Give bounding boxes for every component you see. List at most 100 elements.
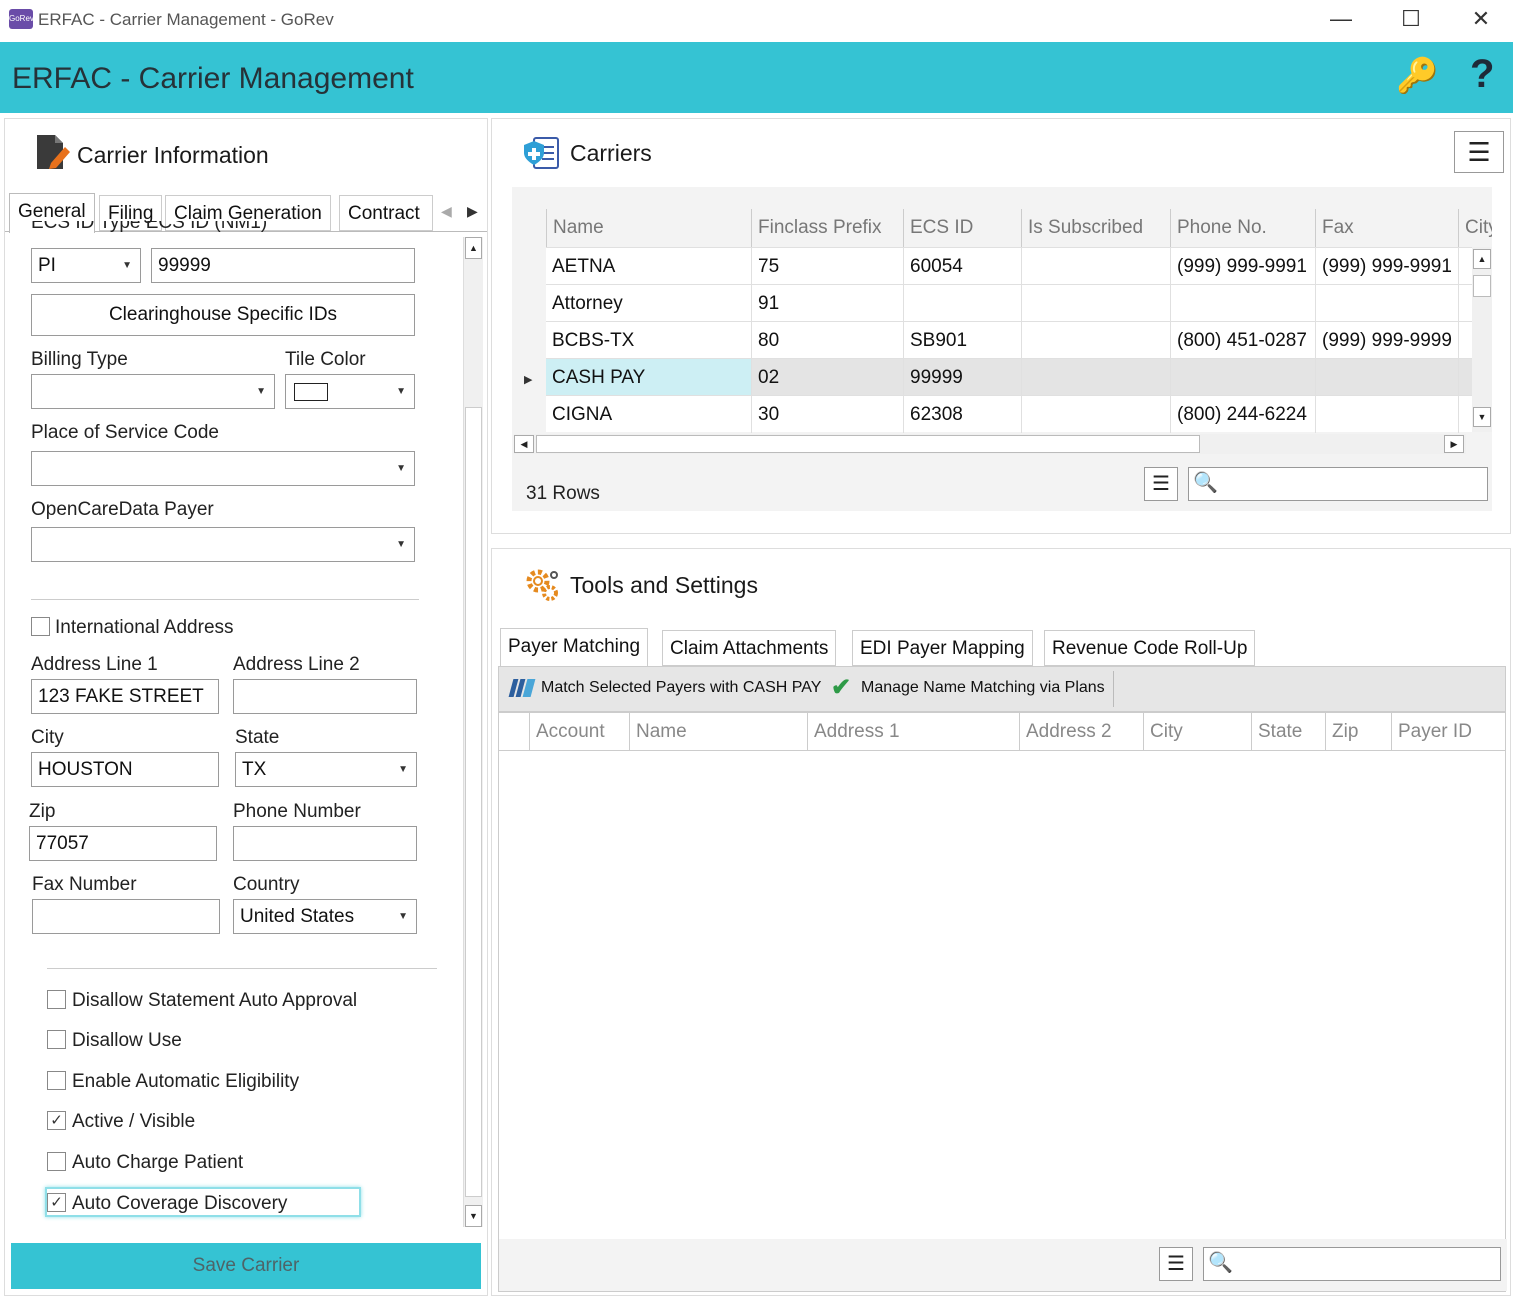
payer-search-input[interactable]: 🔍 [1203, 1247, 1501, 1281]
close-icon[interactable]: ✕ [1446, 0, 1513, 42]
cell-subscribed [1021, 285, 1170, 322]
city-field[interactable]: HOUSTON [31, 752, 219, 787]
column-header-finclass-prefix[interactable]: Finclass Prefix [751, 209, 903, 247]
cell-fax: (999) 999-9991 [1315, 248, 1458, 285]
column-header-name[interactable]: Name [546, 209, 751, 247]
column-header-ecs-id[interactable]: ECS ID [903, 209, 1021, 247]
column-header-fax[interactable]: Fax [1315, 209, 1458, 247]
tile-color-select[interactable]: ▼ [285, 374, 415, 409]
save-carrier-button[interactable]: Save Carrier [11, 1243, 481, 1289]
tab-revenue-code-roll-up[interactable]: Revenue Code Roll-Up [1044, 630, 1256, 666]
zip-label: Zip [29, 801, 56, 822]
cell-fax: (999) 999-9999 [1315, 322, 1458, 359]
active-visible-checkbox[interactable]: ✓ [47, 1111, 66, 1130]
table-row[interactable]: CIGNA 30 62308 (800) 244-6224 [546, 395, 1476, 433]
section-divider [47, 968, 437, 969]
match-payers-icon [508, 677, 536, 699]
scroll-thumb[interactable] [536, 435, 1200, 453]
column-header-state[interactable]: State [1251, 713, 1325, 751]
scroll-right-icon[interactable]: ▶ [1444, 435, 1464, 453]
form-scrollbar[interactable]: ▲ ▼ [463, 237, 483, 1227]
column-header-name[interactable]: Name [629, 713, 807, 751]
tab-scroll-right-icon[interactable]: ▶ [467, 203, 478, 220]
minimize-icon[interactable]: — [1306, 0, 1376, 42]
auto-charge-patient-checkbox[interactable] [47, 1152, 66, 1171]
color-swatch [294, 383, 328, 401]
gears-icon [526, 569, 558, 601]
enable-automatic-eligibility-checkbox[interactable] [47, 1071, 66, 1090]
tab-contract[interactable]: Contract [339, 195, 433, 231]
payer-matching-grid: Account Name Address 1 Address 2 City St… [498, 712, 1507, 1292]
cell-prefix: 02 [751, 359, 903, 396]
scroll-down-icon[interactable]: ▼ [465, 1205, 482, 1227]
cell-name: AETNA [552, 256, 616, 277]
clearinghouse-specific-ids-button[interactable]: Clearinghouse Specific IDs [31, 294, 415, 336]
cell-name: CASH PAY [546, 359, 751, 396]
address-line-1-field[interactable]: 123 FAKE STREET [31, 679, 219, 714]
scroll-thumb[interactable] [1473, 275, 1491, 297]
help-icon[interactable]: ? [1470, 52, 1494, 97]
tab-edi-payer-mapping[interactable]: EDI Payer Mapping [852, 630, 1033, 666]
scroll-up-icon[interactable]: ▲ [465, 237, 482, 259]
grid-horizontal-scrollbar[interactable]: ◀ ▶ [514, 434, 1466, 454]
cell-fax [1315, 359, 1458, 396]
maximize-icon[interactable]: ☐ [1376, 0, 1446, 42]
phone-number-field[interactable] [233, 826, 417, 861]
international-address-checkbox[interactable] [31, 617, 50, 636]
column-header-payer-id[interactable]: Payer ID [1391, 713, 1501, 751]
zip-field[interactable]: 77057 [29, 826, 217, 861]
grid-vertical-scrollbar[interactable]: ▲ ▼ [1472, 247, 1492, 432]
column-header-is-subscribed[interactable]: Is Subscribed [1021, 209, 1170, 247]
address-line-2-field[interactable] [233, 679, 417, 714]
ecs-id-type-value: PI [38, 255, 56, 276]
ecs-id-field[interactable]: 99999 [151, 248, 415, 283]
scroll-down-icon[interactable]: ▼ [1473, 407, 1491, 427]
column-header-city[interactable]: City [1458, 209, 1492, 247]
disallow-statement-auto-approval-checkbox[interactable] [47, 990, 66, 1009]
column-header-address-1[interactable]: Address 1 [807, 713, 1019, 751]
cell-phone: (999) 999-9991 [1170, 248, 1315, 285]
table-row-selected[interactable]: CASH PAY 02 99999 [546, 358, 1476, 396]
tab-claim-attachments[interactable]: Claim Attachments [662, 630, 837, 666]
chevron-down-icon: ▼ [396, 386, 406, 397]
opencaredata-select[interactable]: ▼ [31, 527, 415, 562]
column-header-address-2[interactable]: Address 2 [1019, 713, 1143, 751]
tab-payer-matching[interactable]: Payer Matching [500, 628, 649, 666]
grid-menu-icon[interactable]: ☰ [1144, 467, 1178, 501]
grid-menu-icon[interactable]: ☰ [1159, 1247, 1193, 1281]
carrier-information-panel: Carrier Information General Filing Claim… [4, 118, 488, 1296]
cell-subscribed [1021, 359, 1170, 396]
state-select[interactable]: TX ▼ [235, 752, 417, 787]
manage-name-matching-button[interactable]: Manage Name Matching via Plans [861, 679, 1105, 697]
billing-type-select[interactable]: ▼ [31, 374, 275, 409]
scroll-up-icon[interactable]: ▲ [1473, 249, 1491, 269]
tab-scroll-left-icon[interactable]: ◀ [441, 203, 452, 220]
place-of-service-select[interactable]: ▼ [31, 451, 415, 486]
place-of-service-label: Place of Service Code [31, 422, 219, 443]
cell-name: BCBS-TX [552, 330, 635, 351]
table-row[interactable]: AETNA 75 60054 (999) 999-9991 (999) 999-… [546, 247, 1476, 285]
keys-icon[interactable]: 🔑 [1396, 56, 1438, 96]
auto-coverage-discovery-checkbox[interactable]: ✓ [47, 1193, 66, 1212]
carrier-information-title: Carrier Information [77, 142, 269, 168]
scroll-thumb[interactable] [465, 407, 482, 1197]
disallow-use-checkbox[interactable] [47, 1030, 66, 1049]
scroll-left-icon[interactable]: ◀ [514, 435, 534, 453]
table-row[interactable]: Attorney 91 [546, 284, 1476, 322]
column-header-zip[interactable]: Zip [1325, 713, 1391, 751]
carrier-shield-icon [524, 137, 559, 169]
match-selected-payers-button[interactable]: Match Selected Payers with CASH PAY [541, 679, 821, 697]
carrier-search-input[interactable]: 🔍 [1188, 467, 1488, 501]
fax-number-field[interactable] [32, 899, 220, 934]
ecs-id-type-select[interactable]: PI ▼ [31, 248, 141, 283]
address-line-1-label: Address Line 1 [31, 654, 158, 675]
cell-ecs-id: 60054 [903, 248, 1021, 285]
table-row[interactable]: BCBS-TX 80 SB901 (800) 451-0287 (999) 99… [546, 321, 1476, 359]
country-select[interactable]: United States ▼ [233, 899, 417, 934]
column-header-phone[interactable]: Phone No. [1170, 209, 1315, 247]
opencaredata-label: OpenCareData Payer [31, 499, 214, 520]
column-header-city[interactable]: City [1143, 713, 1251, 751]
hamburger-menu-icon[interactable]: ☰ [1454, 131, 1504, 173]
column-header-account[interactable]: Account [529, 713, 629, 751]
tools-settings-panel: Tools and Settings Payer Matching Claim … [491, 548, 1511, 1296]
